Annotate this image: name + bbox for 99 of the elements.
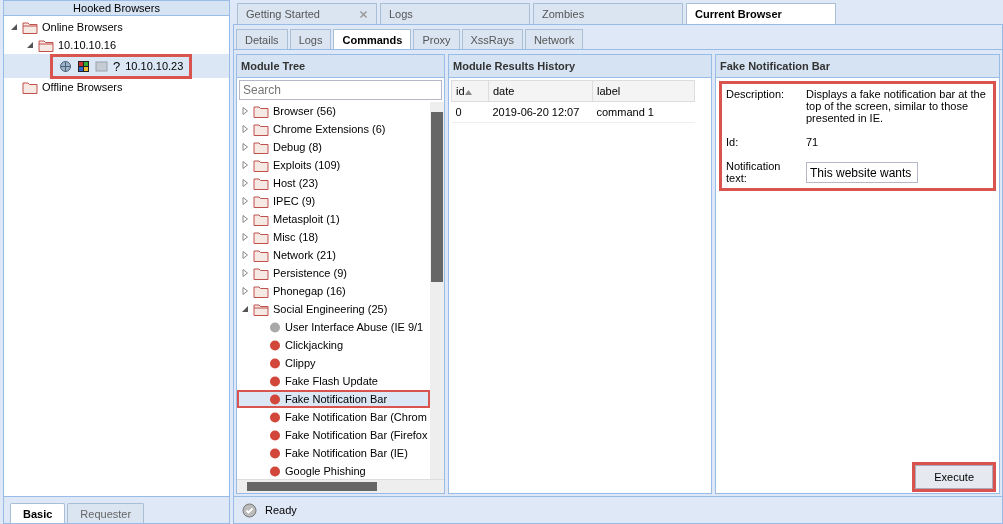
panel-title: Hooked Browsers <box>4 1 229 16</box>
collapse-arrow-icon[interactable] <box>241 305 249 313</box>
tab[interactable]: Details <box>236 29 288 49</box>
collapse-arrow-icon[interactable] <box>26 41 34 49</box>
open-folder-icon <box>22 20 38 34</box>
windows-icon <box>77 59 90 73</box>
input-field[interactable]: This website wants <box>806 162 918 183</box>
module-category[interactable]: Network (21) <box>273 249 336 261</box>
module-item[interactable]: Fake Notification Bar <box>237 390 430 408</box>
execute-button[interactable]: Execute <box>915 465 993 489</box>
tab-label: Logs <box>389 8 413 20</box>
module-category[interactable]: IPEC (9) <box>273 195 316 207</box>
folder-icon <box>253 284 269 298</box>
module-category[interactable]: Debug (8) <box>273 141 322 153</box>
expand-arrow-icon[interactable] <box>241 179 249 187</box>
expand-arrow-icon[interactable] <box>241 125 249 133</box>
search-field[interactable]: Search <box>239 80 442 100</box>
expand-arrow-icon[interactable] <box>241 215 249 223</box>
module-category[interactable]: Social Engineering (25) <box>273 303 388 315</box>
expand-arrow-icon[interactable] <box>241 269 249 277</box>
tree-item[interactable]: 10.10.10.16 <box>58 39 117 51</box>
column-header[interactable]: date <box>488 80 593 102</box>
unknown-mark: ? <box>113 58 121 74</box>
module-item[interactable]: Fake Notification Bar (Firefox <box>237 426 430 444</box>
column-header[interactable]: id <box>451 80 489 102</box>
tree-item[interactable]: Offline Browsers <box>42 81 123 93</box>
expand-arrow-icon[interactable] <box>241 197 249 205</box>
folder-icon <box>253 122 269 136</box>
tab[interactable]: XssRays <box>461 29 523 49</box>
collapse-arrow-icon[interactable] <box>10 23 18 31</box>
folder-icon <box>253 230 269 244</box>
close-icon[interactable] <box>359 9 368 19</box>
field-label: Id: <box>726 136 740 148</box>
module-category[interactable]: Metasploit (1) <box>273 213 340 225</box>
device-icon <box>95 59 108 73</box>
tab[interactable]: Proxy <box>413 29 460 49</box>
module-category[interactable]: Exploits (109) <box>273 159 341 171</box>
tree-item[interactable]: Online Browsers <box>42 21 123 33</box>
module-category[interactable]: Persistence (9) <box>273 267 347 279</box>
expand-arrow-icon[interactable] <box>241 287 249 295</box>
tab-label: Getting Started <box>246 8 320 20</box>
module-category[interactable]: Host (23) <box>273 177 319 189</box>
module-category[interactable]: Browser (56) <box>273 105 336 117</box>
tab[interactable]: Zombies <box>533 3 683 24</box>
folder-icon <box>253 266 269 280</box>
open-folder-icon <box>253 302 269 316</box>
table-cell: command 1 <box>592 101 695 123</box>
panel-title: Fake Notification Bar <box>716 55 999 78</box>
module-category[interactable]: Chrome Extensions (6) <box>273 123 386 135</box>
module-item[interactable]: Fake Notification Bar (Chrom <box>237 408 430 426</box>
tab[interactable]: Network <box>524 29 584 49</box>
horizontal-scrollbar[interactable] <box>237 479 444 493</box>
open-folder-icon <box>38 38 54 52</box>
tab-label: Zombies <box>542 8 585 20</box>
tab[interactable]: Logs <box>380 3 530 24</box>
folder-icon <box>253 194 269 208</box>
field-value: Displays a fake notification bar at the top of the screen, similar to those presented in IE. <box>806 88 987 124</box>
tab[interactable]: Logs <box>289 29 332 49</box>
folder-icon <box>22 80 38 94</box>
module-item[interactable]: Google Phishing <box>237 462 430 479</box>
sort-up-icon <box>464 90 472 95</box>
status-text: Ready <box>265 504 297 516</box>
expand-arrow-icon[interactable] <box>241 161 249 169</box>
module-item[interactable]: Clippy <box>237 354 430 372</box>
expand-arrow-icon[interactable] <box>241 251 249 259</box>
field-label: Description: <box>726 88 786 102</box>
folder-icon <box>253 104 269 118</box>
column-header[interactable]: label <box>592 80 695 102</box>
module-item[interactable]: Clickjacking <box>237 336 430 354</box>
module-category[interactable]: Misc (18) <box>273 231 319 243</box>
globe-icon <box>59 59 72 73</box>
folder-icon <box>253 248 269 262</box>
table-cell: 2019-06-20 12:07 <box>488 101 593 123</box>
field-label: Notification text: <box>726 160 782 184</box>
module-category[interactable]: Phonegap (16) <box>273 285 346 297</box>
check-icon <box>242 502 257 518</box>
tab-label: Current Browser <box>695 8 782 20</box>
expand-arrow-icon[interactable] <box>241 107 249 115</box>
module-item[interactable]: User Interface Abuse (IE 9/1 <box>237 318 430 336</box>
vertical-scrollbar[interactable] <box>430 102 444 479</box>
module-item[interactable]: Fake Notification Bar (IE) <box>237 444 430 462</box>
panel-title: Module Results History <box>449 55 711 78</box>
tab[interactable]: Requester <box>67 503 145 523</box>
hooked-browser-item[interactable]: ? 10.10.10.23 <box>50 53 193 79</box>
folder-icon <box>253 140 269 154</box>
tab[interactable]: Commands <box>333 29 412 49</box>
tab[interactable]: Basic <box>10 503 66 523</box>
field-value: 71 <box>806 136 820 148</box>
tab[interactable]: Current Browser <box>686 3 836 24</box>
panel-title: Module Tree <box>237 55 444 78</box>
browser-ip: 10.10.10.23 <box>125 60 184 72</box>
expand-arrow-icon[interactable] <box>241 143 249 151</box>
module-item[interactable]: Fake Flash Update <box>237 372 430 390</box>
table-cell: 0 <box>451 101 489 123</box>
tab[interactable]: Getting Started <box>237 3 377 24</box>
folder-icon <box>253 176 269 190</box>
folder-icon <box>253 158 269 172</box>
expand-arrow-icon[interactable] <box>241 233 249 241</box>
folder-icon <box>253 212 269 226</box>
